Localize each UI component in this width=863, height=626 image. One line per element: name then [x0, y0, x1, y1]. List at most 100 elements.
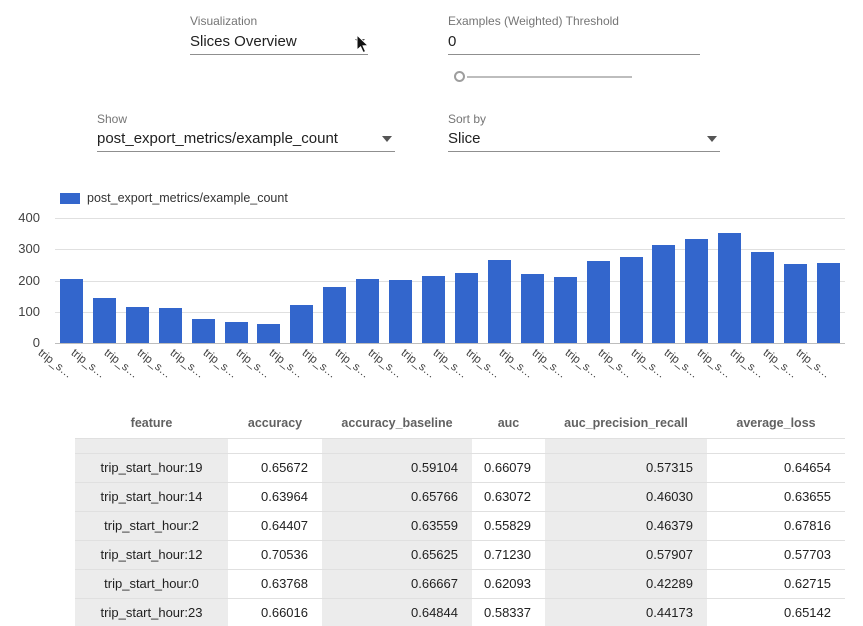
- x-tick-label: trip_s…: [563, 347, 602, 381]
- y-tick-label: 100: [18, 304, 40, 319]
- filter-cell: [472, 438, 545, 453]
- x-tick-label: trip_s…: [332, 347, 371, 381]
- metric-cell: 0.44173: [545, 598, 707, 626]
- bar: [225, 322, 248, 343]
- x-tick-label: trip_s…: [398, 347, 437, 381]
- bar: [718, 233, 741, 343]
- x-tick-label: trip_s…: [135, 347, 174, 381]
- bar: [652, 245, 675, 343]
- metric-cell: 0.63964: [228, 482, 322, 511]
- bar: [784, 264, 807, 343]
- metric-cell: 0.59104: [322, 453, 472, 482]
- slider-track[interactable]: [467, 76, 632, 78]
- feature-cell: trip_start_hour:0: [75, 569, 228, 598]
- metric-cell: 0.63559: [322, 511, 472, 540]
- metrics-table: featureaccuracyaccuracy_baselineaucauc_p…: [75, 408, 845, 626]
- filter-cell: [228, 438, 322, 453]
- x-tick-label: trip_s…: [596, 347, 635, 381]
- metric-cell: 0.57907: [545, 540, 707, 569]
- dropdown-arrow-icon[interactable]: [707, 136, 717, 142]
- metric-cell: 0.65672: [228, 453, 322, 482]
- metric-cell: 0.64407: [228, 511, 322, 540]
- threshold-input[interactable]: [448, 29, 700, 54]
- x-tick-label: trip_s…: [694, 347, 733, 381]
- x-tick-label: trip_s…: [727, 347, 766, 381]
- x-tick-label: trip_s…: [661, 347, 700, 381]
- x-tick-label: trip_s…: [497, 347, 536, 381]
- feature-cell: trip_start_hour:19: [75, 453, 228, 482]
- sort-by-label: Sort by: [448, 112, 486, 126]
- metric-cell: 0.67816: [707, 511, 845, 540]
- column-header[interactable]: accuracy: [228, 408, 322, 438]
- column-header[interactable]: feature: [75, 408, 228, 438]
- y-tick-label: 300: [18, 241, 40, 256]
- filter-cell: [322, 438, 472, 453]
- bar: [817, 263, 840, 343]
- legend-swatch: [60, 193, 80, 204]
- column-header[interactable]: auc: [472, 408, 545, 438]
- column-header[interactable]: auc_precision_recall: [545, 408, 707, 438]
- sort-by-value: Slice: [448, 130, 481, 147]
- x-tick-label: trip_s…: [168, 347, 207, 381]
- x-tick-label: trip_s…: [629, 347, 668, 381]
- x-tick-label: trip_s…: [464, 347, 503, 381]
- visualization-value: Slices Overview: [190, 33, 297, 50]
- x-axis: trip_s…trip_s…trip_s…trip_s…trip_s…trip_…: [55, 345, 845, 395]
- show-label: Show: [97, 112, 127, 126]
- metric-cell: 0.63655: [707, 482, 845, 511]
- bar: [323, 287, 346, 343]
- metric-cell: 0.65142: [707, 598, 845, 626]
- metric-cell: 0.66016: [228, 598, 322, 626]
- x-tick-label: trip_s…: [530, 347, 569, 381]
- dropdown-arrow-icon[interactable]: [382, 136, 392, 142]
- column-header[interactable]: average_loss: [707, 408, 845, 438]
- threshold-field-wrap: [448, 29, 700, 55]
- metric-cell: 0.64654: [707, 453, 845, 482]
- metric-cell: 0.62093: [472, 569, 545, 598]
- slider-thumb-icon[interactable]: [454, 71, 465, 82]
- x-tick-label: trip_s…: [234, 347, 273, 381]
- x-tick-label: trip_s…: [102, 347, 141, 381]
- metric-cell: 0.55829: [472, 511, 545, 540]
- slices-overview-page: Visualization Slices Overview Examples (…: [0, 0, 863, 626]
- metric-cell: 0.64844: [322, 598, 472, 626]
- x-tick-label: trip_s…: [793, 347, 832, 381]
- metric-cell: 0.57703: [707, 540, 845, 569]
- bar: [422, 276, 445, 343]
- legend-label: post_export_metrics/example_count: [87, 191, 288, 205]
- bar: [93, 298, 116, 343]
- metric-cell: 0.62715: [707, 569, 845, 598]
- visualization-select[interactable]: Slices Overview: [190, 29, 368, 55]
- chart-legend: post_export_metrics/example_count: [60, 191, 288, 205]
- metric-cell: 0.63072: [472, 482, 545, 511]
- dropdown-arrow-icon[interactable]: [355, 39, 365, 45]
- y-tick-label: 400: [18, 210, 40, 225]
- bar: [554, 277, 577, 343]
- metric-cell: 0.46379: [545, 511, 707, 540]
- metric-cell: 0.71230: [472, 540, 545, 569]
- feature-cell: trip_start_hour:23: [75, 598, 228, 626]
- metric-cell: 0.42289: [545, 569, 707, 598]
- column-header[interactable]: accuracy_baseline: [322, 408, 472, 438]
- gridline: [55, 343, 845, 344]
- x-tick-label: trip_s…: [299, 347, 338, 381]
- show-value: post_export_metrics/example_count: [97, 130, 338, 147]
- bar: [620, 257, 643, 343]
- threshold-label: Examples (Weighted) Threshold: [448, 14, 619, 28]
- table-row: trip_start_hour:00.637680.666670.620930.…: [75, 569, 845, 598]
- bar: [126, 307, 149, 343]
- x-tick-label: trip_s…: [365, 347, 404, 381]
- gridline: [55, 218, 845, 219]
- bar: [159, 308, 182, 343]
- show-select[interactable]: post_export_metrics/example_count: [97, 126, 395, 152]
- table-head: featureaccuracyaccuracy_baselineaucauc_p…: [75, 408, 845, 453]
- bar: [521, 274, 544, 343]
- filter-cell: [545, 438, 707, 453]
- sort-by-select[interactable]: Slice: [448, 126, 720, 152]
- bar: [192, 319, 215, 343]
- metric-cell: 0.70536: [228, 540, 322, 569]
- bar: [389, 280, 412, 343]
- table-row: trip_start_hour:140.639640.657660.630720…: [75, 482, 845, 511]
- metric-cell: 0.57315: [545, 453, 707, 482]
- feature-cell: trip_start_hour:12: [75, 540, 228, 569]
